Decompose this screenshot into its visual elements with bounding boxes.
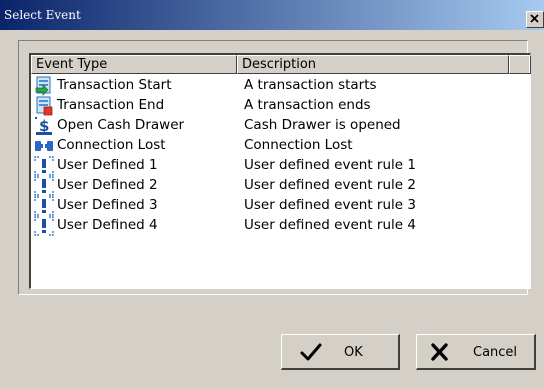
- description-cell: A transaction ends: [244, 97, 371, 113]
- list-item[interactable]: Connection Lost Connection Lost: [31, 135, 529, 155]
- transaction-end-icon: [34, 96, 56, 116]
- ok-button[interactable]: OK: [281, 334, 400, 370]
- cross-icon: [429, 342, 451, 362]
- event-list[interactable]: Event Type Description Transaction Start…: [29, 53, 531, 289]
- event-type-cell: Open Cash Drawer: [57, 117, 185, 133]
- description-cell: User defined event rule 3: [244, 197, 416, 213]
- event-type-cell: User Defined 4: [57, 217, 158, 233]
- event-type-cell: User Defined 2: [57, 177, 158, 193]
- user-defined-icon: [34, 196, 56, 216]
- ok-label: OK: [344, 345, 363, 360]
- column-header-description[interactable]: Description: [237, 55, 509, 74]
- event-type-cell: User Defined 3: [57, 197, 158, 213]
- close-icon: [527, 12, 543, 27]
- list-item[interactable]: Transaction End A transaction ends: [31, 95, 529, 116]
- list-item[interactable]: User Defined 3 User defined event rule 3: [31, 195, 529, 216]
- user-defined-icon: [34, 156, 56, 176]
- description-cell: User defined event rule 2: [244, 177, 416, 193]
- column-header-blank[interactable]: [509, 55, 531, 74]
- user-defined-icon: [34, 216, 56, 236]
- event-type-cell: Transaction End: [57, 97, 165, 113]
- description-cell: Cash Drawer is opened: [244, 117, 401, 133]
- column-header-event-type[interactable]: Event Type: [31, 55, 237, 74]
- list-item[interactable]: User Defined 4 User defined event rule 4: [31, 215, 529, 236]
- list-item[interactable]: Transaction Start A transaction starts: [31, 75, 529, 96]
- event-type-cell: Transaction Start: [57, 77, 172, 93]
- list-item[interactable]: $ Open Cash Drawer Cash Drawer is opened: [31, 115, 529, 135]
- checkmark-icon: [300, 342, 322, 362]
- event-type-cell: Connection Lost: [57, 137, 166, 153]
- cash-drawer-icon: $: [34, 116, 56, 136]
- cancel-button[interactable]: Cancel: [416, 334, 536, 370]
- connection-lost-icon: [34, 136, 56, 156]
- description-cell: Connection Lost: [244, 137, 353, 153]
- user-defined-icon: [34, 176, 56, 196]
- title-bar[interactable]: Select Event: [0, 0, 544, 30]
- window-title: Select Event: [4, 8, 81, 22]
- event-type-cell: User Defined 1: [57, 157, 158, 173]
- close-button[interactable]: [526, 11, 544, 28]
- description-cell: User defined event rule 1: [244, 157, 416, 173]
- list-item[interactable]: User Defined 2 User defined event rule 2: [31, 175, 529, 196]
- description-cell: A transaction starts: [244, 77, 377, 93]
- description-cell: User defined event rule 4: [244, 217, 416, 233]
- cancel-label: Cancel: [473, 345, 518, 360]
- list-item[interactable]: User Defined 1 User defined event rule 1: [31, 155, 529, 176]
- list-header: Event Type Description: [31, 55, 531, 74]
- transaction-start-icon: [34, 76, 56, 96]
